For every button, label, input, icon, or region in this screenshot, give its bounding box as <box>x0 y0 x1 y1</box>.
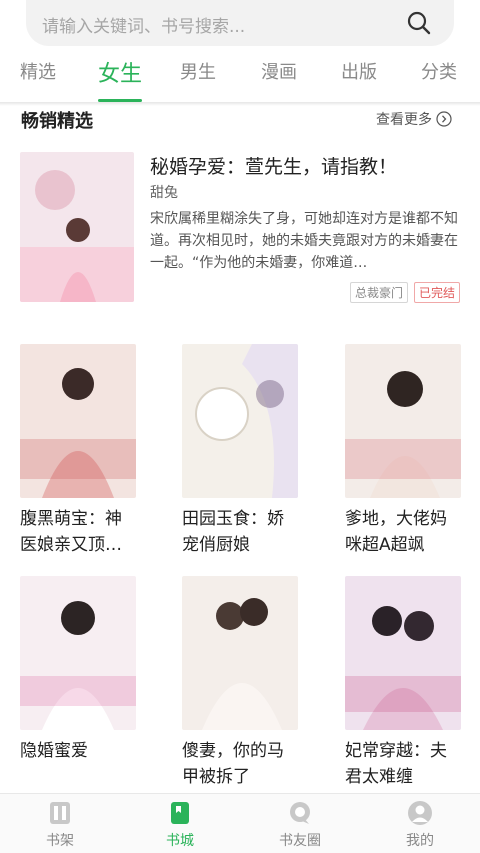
nav-profile[interactable]: 我的 <box>380 800 460 850</box>
book-title: 腹黑萌宝：神医娘亲又顶… <box>20 509 122 555</box>
featured-book-author: 甜兔 <box>150 185 178 201</box>
tab-comics[interactable]: 漫画 <box>261 58 297 84</box>
status-tag: 已完结 <box>414 282 461 303</box>
book-card[interactable]: 腹黑萌宝：神医娘亲又顶… <box>20 344 138 558</box>
book-title: 妃常穿越：夫君太难缠 <box>345 741 447 787</box>
book-card[interactable]: 爹地，大佬妈咪超A超飒 <box>345 344 463 558</box>
nav-label: 书城 <box>166 833 194 849</box>
book-cover <box>182 576 298 730</box>
tab-male[interactable]: 男生 <box>180 58 216 84</box>
featured-book-cover[interactable] <box>20 152 134 302</box>
view-more-label: 查看更多 <box>376 112 432 128</box>
nav-bookstore[interactable]: 书城 <box>140 800 220 850</box>
book-title: 田园玉食：娇宠俏厨娘 <box>182 509 284 555</box>
tab-categories[interactable]: 分类 <box>421 58 457 84</box>
search-placeholder: 请输入关键词、书号搜索... <box>42 17 246 37</box>
bookshelf-icon <box>50 802 70 824</box>
chevron-right-circle-icon <box>436 111 452 127</box>
category-tabs: 精选 女生 男生 漫画 出版 分类 <box>0 52 480 102</box>
book-title: 隐婚蜜爱 <box>20 741 88 761</box>
nav-label: 我的 <box>406 833 434 849</box>
bottom-navigation: 书架 书城 书友圈 我的 <box>0 793 480 853</box>
section-title: 畅销精选 <box>21 111 93 132</box>
bookstore-icon <box>171 802 189 824</box>
search-input[interactable]: 请输入关键词、书号搜索... <box>26 0 454 46</box>
featured-book-description: 宋欣属稀里糊涂失了身，可她却连对方是谁都不知道。再次相见时，她的未婚夫竟跟对方的… <box>150 211 458 271</box>
book-cover <box>20 344 136 498</box>
book-title: 傻妻，你的马甲被拆了 <box>182 741 284 787</box>
book-cover <box>345 344 461 498</box>
chat-icon <box>290 802 310 824</box>
search-icon[interactable] <box>406 10 432 36</box>
book-card[interactable]: 隐婚蜜爱 <box>20 576 138 764</box>
tab-publishing[interactable]: 出版 <box>341 58 377 84</box>
book-title: 爹地，大佬妈咪超A超飒 <box>345 509 447 555</box>
book-cover <box>182 344 298 498</box>
nav-label: 书友圈 <box>279 833 321 849</box>
book-cover <box>20 576 136 730</box>
book-card[interactable]: 妃常穿越：夫君太难缠 <box>345 576 463 790</box>
book-cover <box>345 576 461 730</box>
view-more-link[interactable]: 查看更多 <box>376 109 452 129</box>
book-card[interactable]: 傻妻，你的马甲被拆了 <box>182 576 300 790</box>
nav-bookshelf[interactable]: 书架 <box>20 800 100 850</box>
tabs-divider <box>0 102 480 106</box>
book-card[interactable]: 田园玉食：娇宠俏厨娘 <box>182 344 300 558</box>
profile-icon <box>408 801 432 825</box>
nav-community[interactable]: 书友圈 <box>260 800 340 850</box>
nav-label: 书架 <box>46 833 74 849</box>
tab-female[interactable]: 女生 <box>98 56 142 88</box>
featured-book-title[interactable]: 秘婚孕爱：萱先生，请指教！ <box>150 152 397 179</box>
genre-tag: 总裁豪门 <box>350 282 409 303</box>
tab-featured[interactable]: 精选 <box>20 58 56 84</box>
